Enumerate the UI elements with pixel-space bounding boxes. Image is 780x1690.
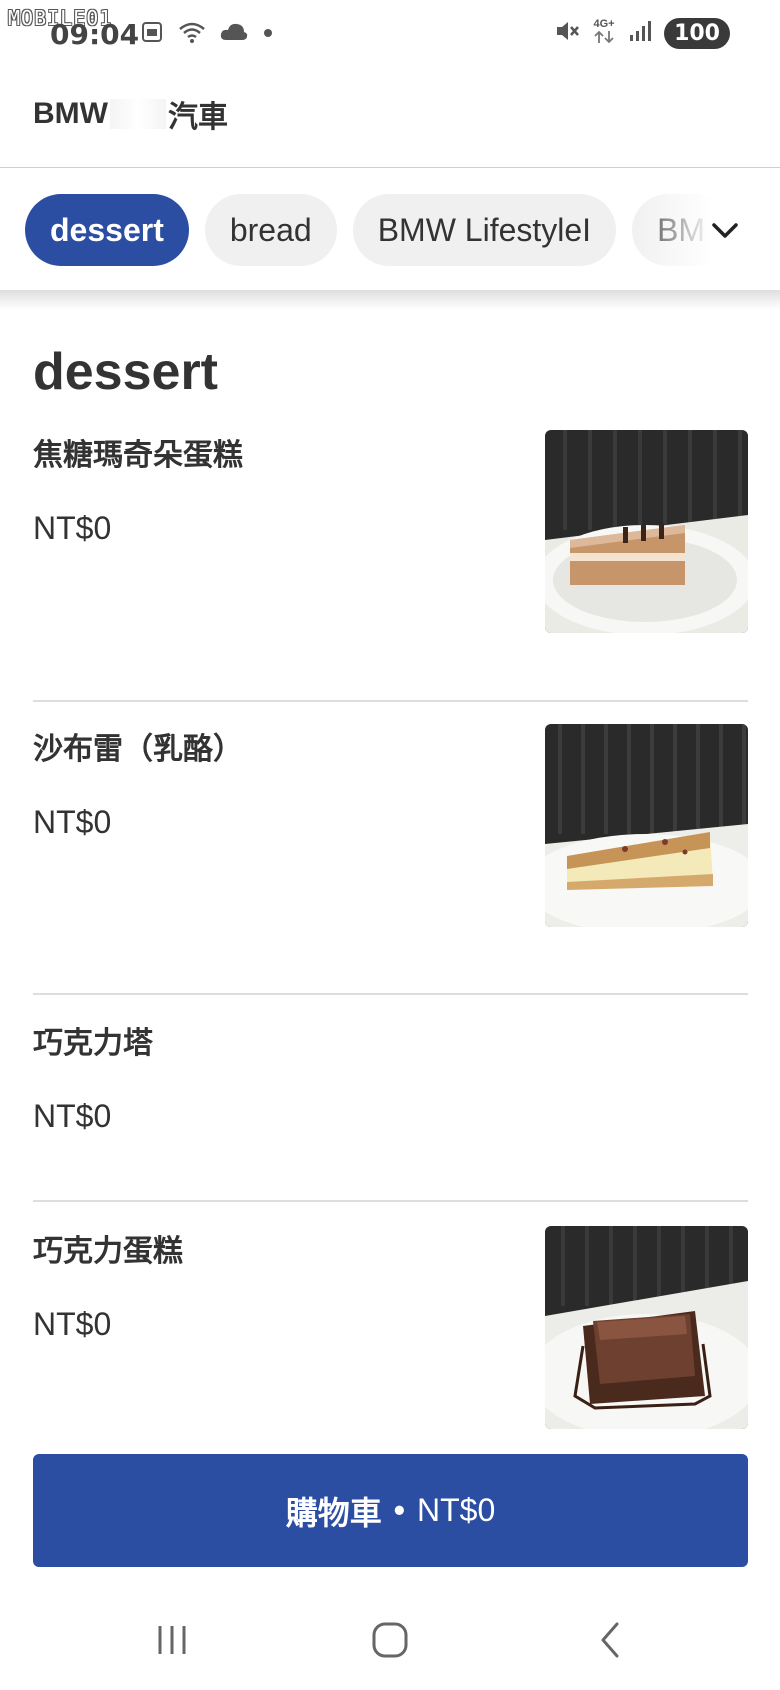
category-chip-dessert[interactable]: dessert <box>25 194 189 266</box>
chip-fade-overlay <box>630 188 780 274</box>
network-arrows-icon: 4G+ <box>592 18 616 49</box>
menu-item[interactable]: 沙布雷（乳酪） NT$0 <box>33 724 748 927</box>
category-bar: dessert bread BMW LifestyleI BM <box>0 168 780 290</box>
category-chip-bmw-lifestyle[interactable]: BMW LifestyleI <box>352 194 617 266</box>
item-image-brownie[interactable] <box>545 1226 748 1429</box>
item-price: NT$0 <box>33 804 112 840</box>
cart-label: 購物車 <box>285 1494 382 1531</box>
dot-icon <box>262 26 274 44</box>
item-price: NT$0 <box>33 510 112 546</box>
chip-bar-shadow <box>0 290 780 310</box>
recent-apps-icon[interactable] <box>142 1610 202 1670</box>
item-name: 沙布雷（乳酪） <box>33 733 243 766</box>
app-title: BMW 汽車 <box>33 92 228 136</box>
cloud-icon <box>220 22 248 47</box>
divider <box>33 993 748 995</box>
cart-button[interactable]: 購物車 • NT$0 <box>33 1454 748 1567</box>
divider <box>33 700 748 702</box>
item-image-cake-slice[interactable] <box>545 430 748 633</box>
redacted-text <box>109 99 166 129</box>
item-name: 焦糖瑪奇朵蛋糕 <box>33 439 243 472</box>
home-icon[interactable] <box>360 1610 420 1670</box>
wifi-icon <box>178 20 206 49</box>
divider <box>33 1200 748 1202</box>
item-image-cheesecake[interactable] <box>545 724 748 927</box>
menu-item[interactable]: 巧克力塔 NT$0 <box>33 1018 748 1158</box>
signal-icon <box>628 19 652 48</box>
status-time: 09:04 <box>50 18 140 51</box>
system-nav-bar <box>0 1590 780 1690</box>
item-price: NT$0 <box>33 1306 112 1342</box>
app-title-suffix: 汽車 <box>167 101 228 134</box>
item-price: NT$0 <box>33 1098 112 1134</box>
item-name: 巧克力塔 <box>33 1027 153 1060</box>
app-header: BMW 汽車 <box>0 70 780 168</box>
chevron-down-icon[interactable] <box>706 212 744 250</box>
network-label: 4G+ <box>593 18 615 30</box>
back-icon[interactable] <box>580 1610 640 1670</box>
battery-icon: 100 <box>664 18 730 49</box>
app-title-prefix: BMW <box>33 97 108 130</box>
mute-icon <box>554 18 580 49</box>
cart-total: NT$0 <box>416 1492 496 1528</box>
menu-item[interactable]: 焦糖瑪奇朵蛋糕 NT$0 <box>33 430 748 633</box>
status-bar: MOBILE01 09:04 4G+ 100 <box>0 0 780 70</box>
cart-separator: • <box>393 1492 405 1528</box>
item-name: 巧克力蛋糕 <box>33 1235 183 1268</box>
screenshot-icon <box>140 20 164 49</box>
section-title: dessert <box>33 343 218 401</box>
menu-item[interactable]: 巧克力蛋糕 NT$0 <box>33 1226 748 1429</box>
category-chip-bread[interactable]: bread <box>204 194 337 266</box>
category-chip-list: dessert bread BMW LifestyleI BM <box>25 194 731 266</box>
